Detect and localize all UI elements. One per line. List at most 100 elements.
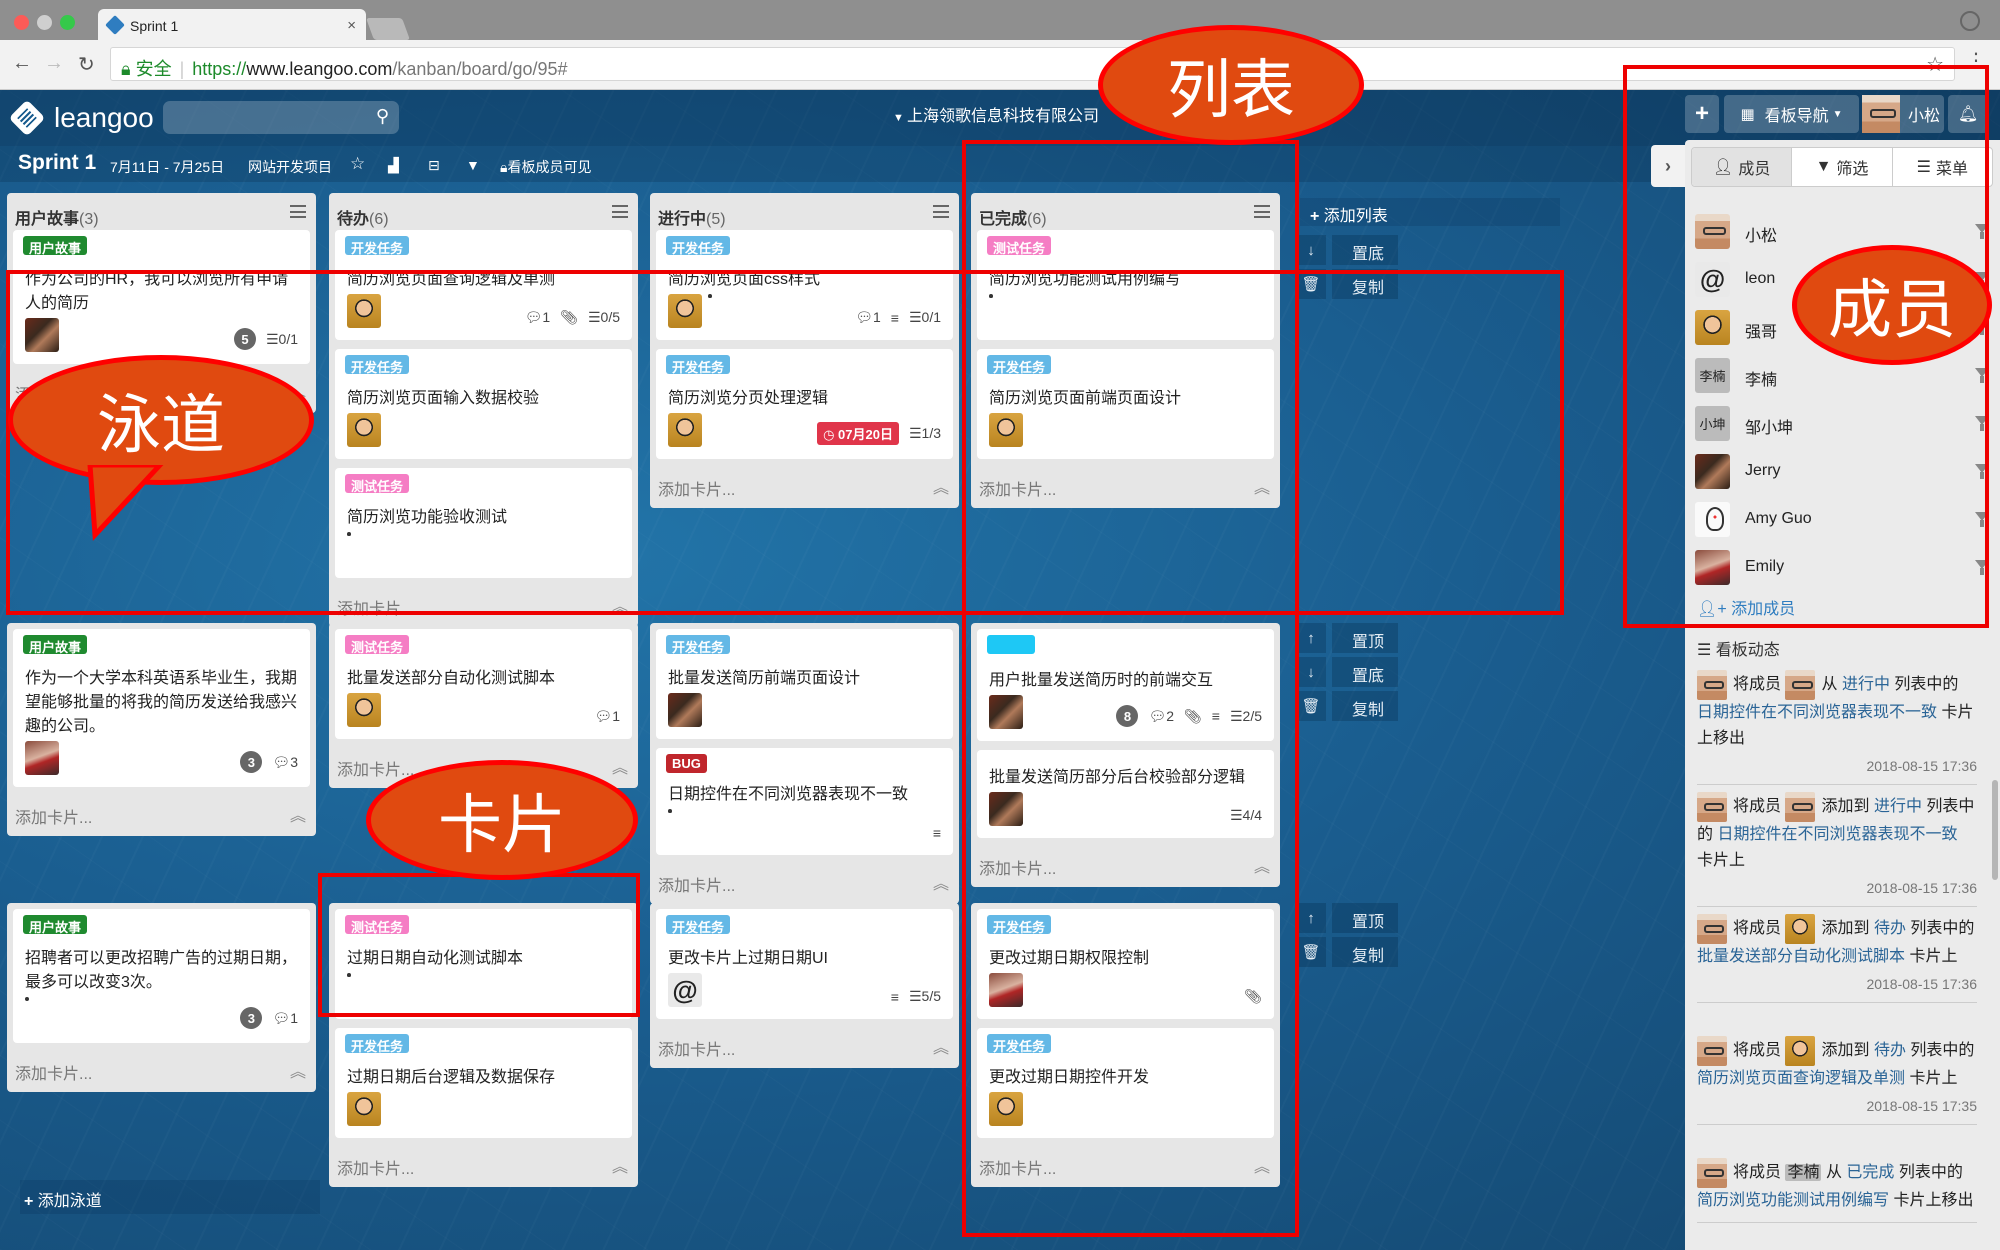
close-window-button[interactable] xyxy=(14,15,29,30)
member-avatar[interactable] xyxy=(989,695,1023,729)
list-link[interactable]: 进行中 xyxy=(1842,676,1890,693)
member-avatar[interactable] xyxy=(25,741,59,775)
filter-icon[interactable]: ▼ xyxy=(466,157,480,173)
card-link[interactable]: 日期控件在不同浏览器表现不一致 xyxy=(1697,704,1937,721)
company-selector[interactable]: ▼ 上海领歌信息科技有限公司 xyxy=(893,102,1099,126)
collapse-up-icon[interactable]: ︽ xyxy=(1254,853,1270,877)
member-item[interactable]: Emily xyxy=(1695,548,1995,588)
card-link[interactable]: 日期控件在不同浏览器表现不一致 xyxy=(1717,826,1957,843)
add-card-button[interactable]: 添加卡片...︽ xyxy=(335,1147,632,1181)
member-avatar[interactable] xyxy=(347,413,381,447)
maximize-window-button[interactable] xyxy=(60,15,75,30)
list-link[interactable]: 进行中 xyxy=(1874,798,1922,815)
bookmark-star-icon[interactable]: ☆ xyxy=(1926,52,1944,77)
tab-members[interactable]: 👤︎ 成员 xyxy=(1692,148,1793,186)
card[interactable]: 开发任务 更改过期日期控件开发 xyxy=(977,1028,1274,1138)
member-avatar[interactable] xyxy=(989,1092,1023,1126)
card[interactable]: 测试任务 简历浏览功能测试用例编写 xyxy=(977,230,1274,340)
url-input[interactable]: 🔒︎ 安全 | https://www.leangoo.com/kanban/boa… xyxy=(110,47,1955,81)
list-header[interactable]: 待办(6) xyxy=(335,193,632,230)
search-input[interactable]: ⚲ xyxy=(163,101,399,134)
lane-op-copy[interactable]: 🗑︎ 复制 xyxy=(1296,937,1406,971)
card[interactable]: 开发任务 简历浏览页面查询逻辑及单测 💬︎1 📎︎ ☰0/5 xyxy=(335,230,632,340)
lane-op-top[interactable]: ↑ 置顶 xyxy=(1296,903,1406,937)
add-card-button[interactable]: 添加卡片...︽ xyxy=(656,468,953,502)
user-menu[interactable]: 小松 xyxy=(1862,95,1944,133)
card[interactable]: 用户故事 作为一个大学本科英语系毕业生，我期望能够批量的将我的简历发送给我感兴趣的… xyxy=(13,629,310,787)
reload-icon[interactable]: ↻ xyxy=(78,52,95,77)
star-icon[interactable]: ☆ xyxy=(350,154,365,174)
list-link[interactable]: 已完成 xyxy=(1846,1164,1894,1181)
collapse-panel-button[interactable]: › xyxy=(1651,145,1685,187)
card[interactable]: 开发任务 简历浏览页面前端页面设计 xyxy=(977,349,1274,459)
collapse-up-icon[interactable]: ︽ xyxy=(933,870,949,894)
add-card-button[interactable]: 添加卡片...︽ xyxy=(656,864,953,898)
notification-bell-icon[interactable]: 🔔︎ xyxy=(1948,95,1988,133)
card[interactable]: 测试任务 过期日期自动化测试脚本 xyxy=(335,909,632,1019)
list-menu-icon[interactable] xyxy=(933,205,949,218)
card[interactable]: 批量发送简历部分后台校验部分逻辑 ☰4/4 xyxy=(977,750,1274,838)
collapse-icon[interactable]: ⊟ xyxy=(428,157,440,174)
card[interactable]: 用户批量发送简历时的前端交互 8 💬︎2 📎︎ ≡ ☰2/5 xyxy=(977,629,1274,741)
filter-icon[interactable] xyxy=(1975,464,1989,479)
card[interactable]: 开发任务 简历浏览页面输入数据校验 xyxy=(335,349,632,459)
collapse-up-icon[interactable]: ︽ xyxy=(1254,1153,1270,1177)
tab-menu[interactable]: ☰ 菜单 xyxy=(1893,148,1992,186)
lane-op-bottom[interactable]: ↓ 置底 xyxy=(1296,235,1406,269)
member-avatar[interactable] xyxy=(668,693,702,727)
lane-op-copy[interactable]: 🗑︎ 复制 xyxy=(1296,269,1406,303)
filter-icon[interactable] xyxy=(1975,224,1989,239)
visibility-setting[interactable]: 🔒︎看板成员可见 xyxy=(500,157,591,177)
member-avatar[interactable] xyxy=(989,413,1023,447)
member-item[interactable]: 小松 xyxy=(1695,212,1995,252)
minimize-window-button[interactable] xyxy=(37,15,52,30)
search-icon[interactable]: ⚲ xyxy=(376,106,389,127)
list-menu-icon[interactable] xyxy=(290,205,306,218)
card-link[interactable]: 批量发送部分自动化测试脚本 xyxy=(1697,948,1905,965)
member-avatar[interactable] xyxy=(347,693,381,727)
member-avatar[interactable] xyxy=(668,294,702,328)
add-card-button[interactable]: 添加卡片...︽ xyxy=(13,1052,310,1086)
add-card-button[interactable]: 添加卡片...︽ xyxy=(656,1028,953,1062)
add-card-button[interactable]: 添加卡片...︽ xyxy=(335,587,632,621)
new-tab-button[interactable] xyxy=(365,18,411,40)
member-item[interactable]: 小坤 邹小坤 xyxy=(1695,404,1995,444)
card-link[interactable]: 简历浏览页面查询逻辑及单测 xyxy=(1697,1070,1905,1087)
member-avatar[interactable]: @ xyxy=(668,973,702,1007)
chart-icon[interactable]: ▟ xyxy=(388,157,399,174)
browser-profile-icon[interactable] xyxy=(1960,11,1980,31)
board-nav-button[interactable]: ▦ 看板导航 ▼ xyxy=(1724,95,1859,133)
collapse-up-icon[interactable]: ︽ xyxy=(933,1034,949,1058)
lane-op-copy[interactable]: 🗑︎ 复制 xyxy=(1296,691,1406,725)
tab-filter[interactable]: ▼ 筛选 xyxy=(1792,148,1893,186)
add-card-button[interactable]: 添加卡片...︽ xyxy=(977,1147,1274,1181)
list-link[interactable]: 待办 xyxy=(1874,1042,1906,1059)
member-item[interactable]: Jerry xyxy=(1695,452,1995,492)
close-tab-icon[interactable]: × xyxy=(347,17,356,34)
member-avatar[interactable] xyxy=(25,318,59,352)
add-button[interactable]: + xyxy=(1685,95,1719,133)
add-member-button[interactable]: 👤︎+ 添加成员 xyxy=(1697,595,1795,619)
card[interactable]: 开发任务 更改过期日期权限控制 📎︎ xyxy=(977,909,1274,1019)
card[interactable]: BUG 日期控件在不同浏览器表现不一致 ≡ xyxy=(656,748,953,855)
collapse-up-icon[interactable]: ︽ xyxy=(612,754,628,778)
lane-op-bottom[interactable]: ↓ 置底 xyxy=(1296,657,1406,691)
add-lane-button[interactable]: + 添加泳道 xyxy=(20,1180,320,1214)
list-header[interactable]: 已完成(6) xyxy=(977,193,1274,230)
list-menu-icon[interactable] xyxy=(1254,205,1270,218)
member-avatar[interactable] xyxy=(668,413,702,447)
list-header[interactable]: 进行中(5) xyxy=(656,193,953,230)
member-avatar[interactable] xyxy=(347,294,381,328)
add-card-button[interactable]: 添加卡片...︽ xyxy=(13,796,310,830)
collapse-up-icon[interactable]: ︽ xyxy=(290,1058,306,1082)
card[interactable]: 开发任务 简历浏览分页处理逻辑 ◷ 07月20日 ☰1/3 xyxy=(656,349,953,459)
browser-tab[interactable]: Sprint 1 × xyxy=(98,9,366,40)
list-menu-icon[interactable] xyxy=(612,205,628,218)
collapse-up-icon[interactable]: ︽ xyxy=(1254,474,1270,498)
add-card-button[interactable]: 添加卡片...︽ xyxy=(977,468,1274,502)
card[interactable]: 开发任务 简历浏览页面css样式 💬︎1 ≡ ☰0/1 xyxy=(656,230,953,340)
member-item[interactable]: Amy Guo xyxy=(1695,500,1995,540)
project-name[interactable]: 网站开发项目 xyxy=(248,157,332,177)
card[interactable]: 开发任务 批量发送简历前端页面设计 xyxy=(656,629,953,739)
member-avatar[interactable] xyxy=(989,792,1023,826)
